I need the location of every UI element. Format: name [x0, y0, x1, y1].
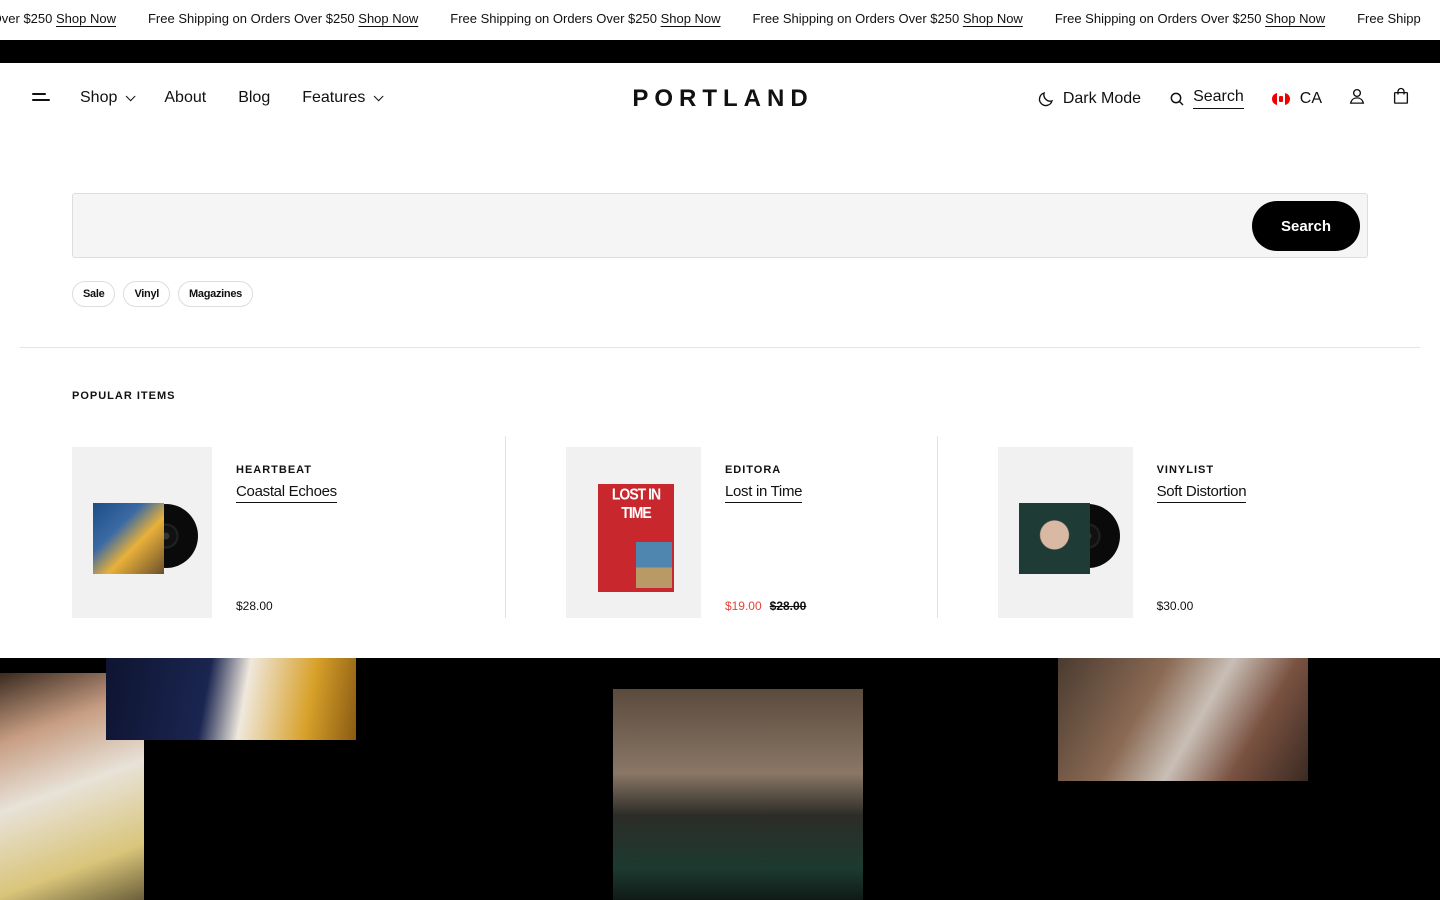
product-info: VINYLIST Soft Distortion $30.00: [1156, 436, 1368, 618]
announcement-track: ers Over $250 Shop Now Free Shipping on …: [0, 11, 1440, 26]
product-image[interactable]: [72, 447, 212, 618]
product-info: HEARTBEAT Coastal Echoes $28.00: [236, 436, 456, 618]
dark-mode-label: Dark Mode: [1062, 89, 1142, 107]
search-label: Search: [1193, 88, 1244, 109]
announcement-text: Free Shipping on Orders Over $250: [1054, 11, 1262, 26]
product-price: $28.00: [236, 599, 273, 613]
chip-vinyl[interactable]: Vinyl: [123, 281, 171, 307]
announcement-bar: ers Over $250 Shop Now Free Shipping on …: [0, 0, 1440, 40]
announcement-item: Free Shipping on Orders Over $250 Shop N…: [1055, 11, 1325, 26]
product-title[interactable]: Soft Distortion: [1156, 483, 1247, 503]
announcement-item: ers Over $250 Shop Now: [0, 11, 116, 26]
announcement-text: Free Shipping on Orders Over $250: [147, 11, 355, 26]
photo-magazine-reading[interactable]: [106, 658, 356, 740]
product-price: $19.00 $28.00: [725, 599, 806, 613]
announcement-text: ers Over $250: [0, 11, 53, 26]
chip-sale[interactable]: Sale: [72, 281, 116, 307]
country-selector[interactable]: CA: [1271, 89, 1322, 108]
announcement-text: Free Shipping on Orders Over $250: [450, 11, 657, 26]
announcement-item: Free Shipping on Orders Over $250 Shop N…: [450, 11, 720, 26]
logo-text: PORTLAND: [632, 85, 814, 112]
announcement-item: Free Shipping on Orders Over $250 Shop N…: [148, 11, 418, 26]
shop-now-link[interactable]: Shop Now: [661, 11, 721, 26]
search-form: Search: [72, 193, 1368, 258]
header-divider-strip: [0, 40, 1440, 63]
shop-now-link[interactable]: Shop Now: [56, 11, 116, 26]
chip-magazines[interactable]: Magazines: [178, 281, 253, 307]
magazine-cover: LOST IN TIME: [598, 484, 674, 592]
announcement-item: Free Shipping on Orders Over $250 Shop N…: [753, 11, 1023, 26]
product-vendor: EDITORA: [724, 464, 782, 476]
dark-mode-toggle[interactable]: Dark Mode: [1037, 90, 1141, 108]
announcement-text: Free Shipping on Orders Over $250: [752, 11, 960, 26]
photo-dj-turntable[interactable]: [613, 689, 863, 900]
product-info: EDITORA Lost in Time $19.00 $28.00: [724, 436, 937, 618]
product-card: VINYLIST Soft Distortion $30.00: [937, 436, 1368, 618]
product-vendor: VINYLIST: [1156, 464, 1215, 476]
search-icon: [1170, 92, 1184, 106]
price: $30.00: [1156, 599, 1194, 613]
search-submit-button[interactable]: Search: [1252, 201, 1360, 251]
album-cover: [93, 503, 164, 574]
photo-record-store[interactable]: [1058, 658, 1308, 781]
shop-now-link[interactable]: Shop Now: [963, 11, 1023, 26]
announcement-text: Free Shipp: [1357, 11, 1421, 26]
quick-links: Sale Vinyl Magazines: [72, 281, 261, 307]
magazine-cover-title: LOST IN TIME: [611, 484, 661, 522]
user-icon[interactable]: [1348, 87, 1366, 110]
album-cover: [1019, 503, 1090, 574]
compare-price: $28.00: [769, 599, 807, 613]
search-input[interactable]: [93, 206, 1243, 246]
sale-price: $19.00: [724, 599, 762, 613]
search-toggle[interactable]: Search: [1169, 88, 1244, 109]
divider: [20, 347, 1420, 348]
header-actions: Dark Mode Search CA: [1009, 87, 1410, 110]
announcement-item: Free Shipp: [1357, 11, 1421, 26]
popular-items-heading: POPULAR ITEMS: [72, 390, 176, 402]
popular-products-list: HEARTBEAT Coastal Echoes $28.00 LOST IN …: [72, 436, 1368, 618]
product-card: HEARTBEAT Coastal Echoes $28.00: [72, 436, 505, 618]
product-image[interactable]: LOST IN TIME: [566, 447, 701, 618]
canada-flag-icon: [1271, 92, 1290, 105]
search-panel: Search Sale Vinyl Magazines POPULAR ITEM…: [0, 138, 1440, 658]
product-price: $30.00: [1157, 599, 1194, 613]
bag-icon[interactable]: [1392, 87, 1410, 110]
shop-now-link[interactable]: Shop Now: [358, 11, 418, 26]
product-image[interactable]: [998, 447, 1133, 618]
product-title[interactable]: Lost in Time: [724, 483, 803, 503]
shop-now-link[interactable]: Shop Now: [1265, 11, 1325, 26]
product-vendor: HEARTBEAT: [236, 464, 313, 476]
site-header: Shop About Blog Features PORTLAND Dark M…: [0, 63, 1440, 138]
product-title[interactable]: Coastal Echoes: [236, 483, 337, 503]
magazine-photo: [636, 542, 672, 588]
price: $28.00: [236, 599, 273, 613]
product-card: LOST IN TIME EDITORA Lost in Time $19.00…: [505, 436, 937, 618]
moon-icon: [1038, 91, 1053, 106]
country-code: CA: [1299, 89, 1322, 107]
image-collage: [0, 658, 1440, 900]
